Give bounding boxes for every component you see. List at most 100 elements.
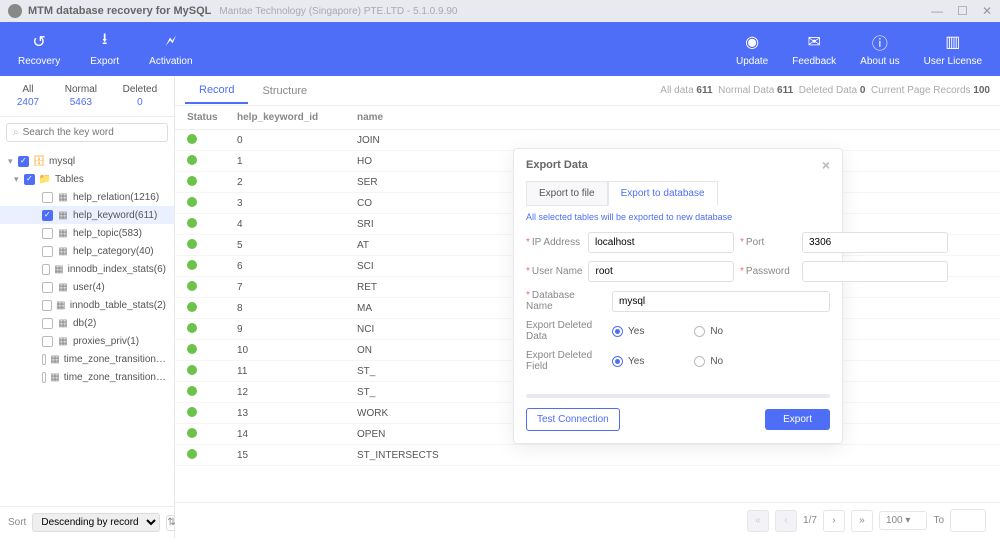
tree-table-item[interactable]: ▦time_zone_transition…: [0, 350, 174, 368]
cell-id: 10: [237, 345, 357, 356]
table-icon: ▦: [54, 263, 63, 275]
ip-input[interactable]: [588, 232, 734, 253]
data-summary: All data 611 Normal Data 611 Deleted Dat…: [660, 85, 990, 96]
recovery-button[interactable]: ↺Recovery: [18, 32, 60, 67]
tree-table-item[interactable]: ▦help_keyword(611): [0, 206, 174, 224]
tab-structure[interactable]: Structure: [248, 79, 321, 103]
close-icon[interactable]: ✕: [982, 4, 992, 18]
count-all-label: All: [17, 84, 39, 95]
page-first-button[interactable]: «: [747, 510, 769, 532]
checkbox[interactable]: [42, 210, 53, 221]
tab-export-file[interactable]: Export to file: [526, 181, 608, 206]
sidebar-search[interactable]: ⌕: [6, 123, 168, 142]
radio-deleted-field-yes[interactable]: Yes: [612, 356, 644, 367]
cell-id: 0: [237, 135, 357, 146]
checkbox[interactable]: [42, 336, 53, 347]
toolbar-label: Feedback: [792, 56, 836, 67]
tree-label: mysql: [49, 156, 75, 167]
cell-id: 2: [237, 177, 357, 188]
cell-id: 9: [237, 324, 357, 335]
tree-label: time_zone_transition…: [64, 372, 166, 383]
page-indicator: 1/7: [803, 515, 817, 526]
page-next-button[interactable]: ›: [823, 510, 845, 532]
checkbox[interactable]: [42, 354, 46, 365]
export-icon: ⭳: [95, 32, 115, 52]
page-to-label: To: [933, 515, 944, 526]
tree-table-item[interactable]: ▦innodb_table_stats(2): [0, 296, 174, 314]
tree-table-item[interactable]: ▦help_topic(583): [0, 224, 174, 242]
status-dot-icon: [187, 386, 197, 396]
feedback-icon: ✉: [804, 32, 824, 52]
update-button[interactable]: ◉Update: [736, 32, 768, 67]
table-icon: ▦: [57, 227, 69, 239]
twisty-icon[interactable]: ▾: [14, 174, 24, 185]
activation-button[interactable]: 🗲Activation: [149, 32, 192, 67]
password-label: *Password: [740, 266, 796, 277]
radio-deleted-data-no[interactable]: No: [694, 326, 723, 337]
tree-table-item[interactable]: ▦help_category(40): [0, 242, 174, 260]
titlebar: MTM database recovery for MySQL Mantae T…: [0, 0, 1000, 22]
tree-table-item[interactable]: ▦ innodb_index_stats(6): [0, 260, 174, 278]
test-connection-button[interactable]: Test Connection: [526, 408, 620, 431]
checkbox[interactable]: [42, 318, 53, 329]
radio-deleted-data-yes[interactable]: Yes: [612, 326, 644, 337]
content-area: Record Structure All data 611 Normal Dat…: [175, 76, 1000, 538]
checkbox[interactable]: [42, 282, 53, 293]
folder-icon: 📁: [39, 173, 51, 185]
user-input[interactable]: [588, 261, 734, 282]
page-last-button[interactable]: »: [851, 510, 873, 532]
status-dot-icon: [187, 281, 197, 291]
checkbox[interactable]: [24, 174, 35, 185]
tab-export-database[interactable]: Export to database: [608, 181, 718, 206]
twisty-icon[interactable]: ▾: [8, 156, 18, 167]
checkbox[interactable]: [42, 372, 46, 383]
toolbar-label: User License: [924, 56, 982, 67]
tree-table-item[interactable]: ▦help_relation(1216): [0, 188, 174, 206]
page-prev-button[interactable]: ‹: [775, 510, 797, 532]
sort-select[interactable]: Descending by record: [32, 513, 160, 532]
port-input[interactable]: [802, 232, 948, 253]
tree-label: innodb_index_stats(6): [68, 264, 166, 275]
tree-table-item[interactable]: ▦time_zone_transition…: [0, 368, 174, 386]
tree-label: innodb_table_stats(2): [70, 300, 166, 311]
activation-icon: 🗲: [161, 32, 181, 52]
search-input[interactable]: [23, 127, 161, 138]
user-label: *User Name: [526, 266, 582, 277]
main-toolbar: ↺Recovery ⭳Export 🗲Activation ◉Update ✉ Feed…: [0, 22, 1000, 76]
page-size-select[interactable]: 100 ▾: [879, 511, 928, 530]
dbname-input[interactable]: [612, 291, 830, 312]
tree-table-item[interactable]: ▦db(2): [0, 314, 174, 332]
cell-id: 4: [237, 219, 357, 230]
about-button[interactable]: ⓘAbout us: [860, 32, 899, 67]
page-to-input[interactable]: [950, 509, 986, 532]
maximize-icon[interactable]: ☐: [957, 4, 968, 18]
checkbox[interactable]: [42, 264, 50, 275]
export-button[interactable]: Export: [765, 409, 830, 430]
tree-folder-tables[interactable]: ▾ 📁 Tables: [0, 170, 174, 188]
tree-table-item[interactable]: ▦user(4): [0, 278, 174, 296]
toolbar-label: Recovery: [18, 56, 60, 67]
status-dot-icon: [187, 344, 197, 354]
checkbox[interactable]: [18, 156, 29, 167]
toolbar-label: Update: [736, 56, 768, 67]
status-dot-icon: [187, 239, 197, 249]
license-button[interactable]: ▥ User License: [924, 32, 982, 67]
password-input[interactable]: [802, 261, 948, 282]
feedback-button[interactable]: ✉ Feedback: [792, 32, 836, 67]
dialog-close-icon[interactable]: ×: [822, 157, 830, 173]
checkbox[interactable]: [42, 228, 53, 239]
table-row[interactable]: 15ST_INTERSECTS: [175, 445, 1000, 466]
export-progress: [526, 394, 830, 398]
checkbox[interactable]: [42, 192, 53, 203]
tab-record[interactable]: Record: [185, 78, 248, 104]
checkbox[interactable]: [42, 246, 53, 257]
status-dot-icon: [187, 176, 197, 186]
export-button[interactable]: ⭳Export: [90, 32, 119, 67]
tree-table-item[interactable]: ▦proxies_priv(1): [0, 332, 174, 350]
checkbox[interactable]: [42, 300, 52, 311]
license-icon: ▥: [943, 32, 963, 52]
minimize-icon[interactable]: —: [931, 4, 943, 18]
radio-deleted-field-no[interactable]: No: [694, 356, 723, 367]
radio-on-icon: [612, 356, 623, 367]
tree-root-mysql[interactable]: ▾ 🗄 mysql: [0, 152, 174, 170]
